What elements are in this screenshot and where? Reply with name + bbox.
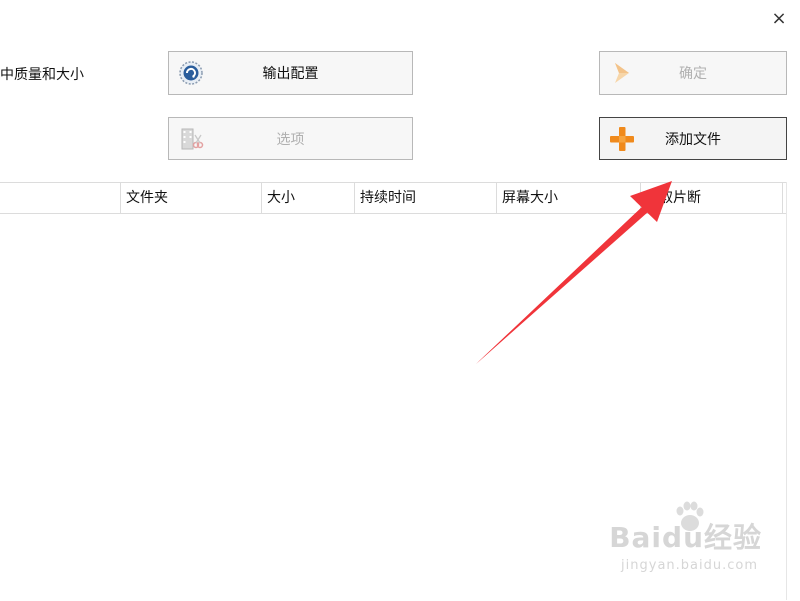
add-file-button[interactable]: 添加文件: [599, 117, 787, 160]
output-config-button[interactable]: 输出配置: [168, 51, 413, 95]
dialog-window: × 中质量和大小 输出配置 选项 确定 添加文件 文件夹 大小 持续时间 屏幕大…: [0, 0, 800, 600]
ok-label: 确定: [679, 66, 707, 82]
right-border: [786, 182, 787, 600]
options-label: 选项: [276, 131, 305, 148]
quality-size-label: 中质量和大小: [0, 67, 84, 83]
column-header-spacer: [782, 183, 788, 213]
column-header-size[interactable]: 大小: [261, 183, 354, 213]
gear-globe-icon: [179, 61, 203, 85]
column-header-folder[interactable]: 文件夹: [120, 183, 261, 213]
plus-icon: [610, 126, 634, 151]
output-config-label: 输出配置: [262, 66, 319, 82]
ok-button[interactable]: 确定: [599, 51, 787, 95]
table-header: 文件夹 大小 持续时间 屏幕大小 取片断: [0, 183, 786, 214]
add-file-label: 添加文件: [665, 131, 721, 148]
options-button[interactable]: 选项: [168, 117, 413, 160]
file-table[interactable]: 文件夹 大小 持续时间 屏幕大小 取片断: [0, 182, 786, 601]
arrow-right-icon: [615, 63, 629, 83]
film-scissors-icon: [181, 128, 204, 149]
column-header-clip[interactable]: 取片断: [640, 183, 782, 213]
table-body[interactable]: [0, 214, 786, 601]
column-header-name[interactable]: [0, 183, 120, 213]
close-button[interactable]: ×: [768, 8, 790, 30]
column-header-duration[interactable]: 持续时间: [354, 183, 496, 213]
column-header-screen-size[interactable]: 屏幕大小: [496, 183, 640, 213]
